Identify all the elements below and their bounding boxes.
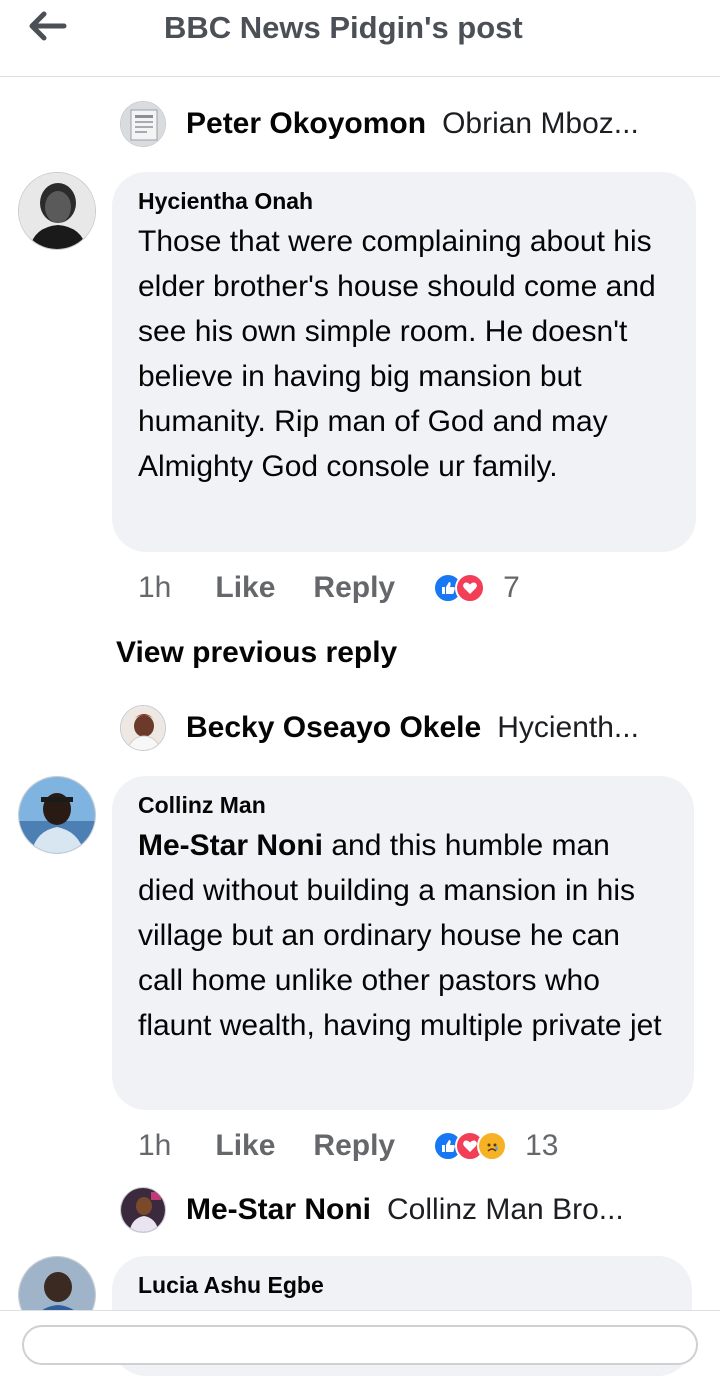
- reply-author[interactable]: Me-Star Noni: [186, 1193, 371, 1227]
- sad-face-icon: [477, 1131, 508, 1161]
- view-previous-reply-link[interactable]: View previous reply: [116, 636, 397, 670]
- reactions-summary[interactable]: [433, 573, 486, 603]
- avatar: [120, 101, 166, 147]
- like-button[interactable]: Like: [215, 571, 275, 605]
- mention-link[interactable]: Me-Star Noni: [138, 829, 323, 862]
- reaction-count: 13: [525, 1129, 559, 1162]
- reply-author[interactable]: Becky Oseayo Okele: [186, 711, 481, 745]
- avatar: [120, 1187, 166, 1233]
- comment-bubble[interactable]: Hycientha Onah Those that were complaini…: [112, 172, 696, 552]
- comment-actions: 1h Like Reply 13: [138, 1124, 558, 1168]
- comment-time: 1h: [138, 571, 172, 604]
- reply-preview[interactable]: Becky Oseayo Okele Hycienth...: [120, 700, 680, 756]
- back-button[interactable]: [26, 8, 70, 44]
- avatar: [120, 705, 166, 751]
- top-bar: BBC News Pidgin's post: [0, 0, 720, 77]
- comment-text: Those that were complaining about his el…: [138, 225, 656, 483]
- comment-text: Me-Star Noni and this humble man died wi…: [138, 823, 668, 1048]
- comment-bubble[interactable]: Collinz Man Me-Star Noni and this humble…: [112, 776, 694, 1110]
- comment-input[interactable]: [22, 1325, 698, 1365]
- reply-snippet: Collinz Man Bro...: [387, 1193, 624, 1226]
- reaction-count: 7: [503, 571, 520, 604]
- reply-preview[interactable]: Peter Okoyomon Obrian Mboz...: [120, 96, 680, 152]
- reply-author[interactable]: Peter Okoyomon: [186, 107, 426, 141]
- reply-snippet: Hycienth...: [497, 711, 639, 744]
- heart-icon: [455, 573, 486, 603]
- comment-time: 1h: [138, 1129, 172, 1162]
- reply-snippet: Obrian Mboz...: [442, 107, 639, 140]
- comment-author[interactable]: Collinz Man: [138, 792, 668, 819]
- comment-composer-bar: [0, 1310, 720, 1365]
- reactions-summary[interactable]: [433, 1131, 508, 1161]
- reply-button[interactable]: Reply: [313, 1129, 395, 1163]
- comment-actions: 1h Like Reply 7: [138, 566, 520, 610]
- comment-author[interactable]: Lucia Ashu Egbe: [138, 1272, 666, 1299]
- avatar[interactable]: [18, 172, 96, 250]
- reply-button[interactable]: Reply: [313, 571, 395, 605]
- page-title: BBC News Pidgin's post: [164, 10, 523, 45]
- like-button[interactable]: Like: [215, 1129, 275, 1163]
- reply-preview[interactable]: Me-Star Noni Collinz Man Bro...: [120, 1182, 680, 1238]
- arrow-left-icon: [29, 11, 67, 41]
- comment-author[interactable]: Hycientha Onah: [138, 188, 670, 215]
- avatar[interactable]: [18, 776, 96, 854]
